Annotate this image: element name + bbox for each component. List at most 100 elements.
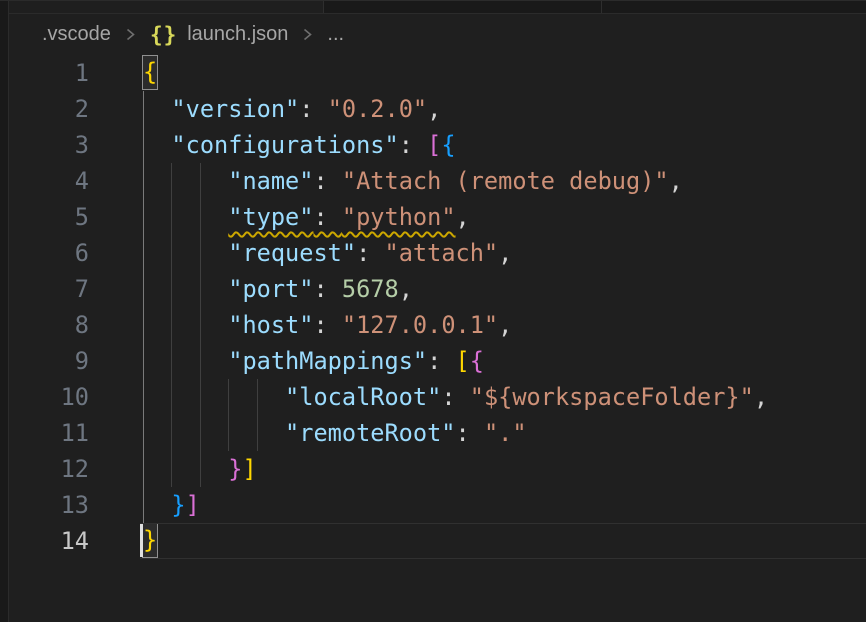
indent-guide	[257, 415, 258, 451]
code-token: "host"	[228, 311, 313, 339]
indent-guide	[171, 271, 172, 307]
matched-bracket: {	[143, 56, 157, 89]
code-line[interactable]: 3 "configurations": [{	[9, 127, 866, 163]
line-content: "request": "attach",	[143, 235, 866, 271]
line-number[interactable]: 11	[9, 415, 89, 451]
code-line[interactable]: 11 "remoteRoot": "."	[9, 415, 866, 451]
line-content: "localRoot": "${workspaceFolder}",	[143, 379, 866, 415]
line-number[interactable]: 3	[9, 127, 89, 163]
tab-bar	[9, 1, 866, 14]
code-line[interactable]: 9 "pathMappings": [{	[9, 343, 866, 379]
indent-guide	[171, 415, 172, 451]
code-line[interactable]: 14}	[9, 523, 866, 559]
indent-guide	[171, 235, 172, 271]
line-content: "version": "0.2.0",	[143, 91, 866, 127]
line-content: "port": 5678,	[143, 271, 866, 307]
indent-guide	[200, 415, 201, 451]
chevron-right-icon	[125, 26, 136, 43]
code-token: "Attach (remote debug)"	[342, 167, 669, 195]
line-number[interactable]: 6	[9, 235, 89, 271]
code-token: "version"	[171, 95, 299, 123]
indent-guide	[143, 91, 144, 127]
line-number[interactable]: 7	[9, 271, 89, 307]
line-content: "configurations": [{	[143, 127, 866, 163]
line-content: }]	[143, 487, 866, 523]
code-token: ,	[498, 311, 512, 339]
vscode-editor-window: .vscode {} launch.json ... 1{2 "version"…	[0, 0, 866, 622]
line-number[interactable]: 8	[9, 307, 89, 343]
indent-guide	[143, 271, 144, 307]
code-line[interactable]: 2 "version": "0.2.0",	[9, 91, 866, 127]
line-number[interactable]: 5	[9, 199, 89, 235]
indent-guide	[200, 343, 201, 379]
code-token: ,	[498, 239, 512, 267]
code-line[interactable]: 7 "port": 5678,	[9, 271, 866, 307]
line-content: "type": "python",	[143, 199, 866, 235]
code-token: 5678	[342, 275, 399, 303]
code-token: ,	[456, 203, 470, 231]
line-number[interactable]: 1	[9, 55, 89, 91]
breadcrumb-file[interactable]: launch.json	[187, 23, 288, 46]
code-line[interactable]: 13 }]	[9, 487, 866, 523]
line-content: "remoteRoot": "."	[143, 415, 866, 451]
code-token: :	[356, 239, 384, 267]
code-token: :	[299, 95, 327, 123]
code-token: "request"	[228, 239, 356, 267]
code-token: "type"	[228, 203, 313, 231]
line-number[interactable]: 9	[9, 343, 89, 379]
code-token: "localRoot"	[285, 383, 441, 411]
line-number[interactable]: 4	[9, 163, 89, 199]
breadcrumb-folder[interactable]: .vscode	[42, 23, 111, 46]
line-number[interactable]: 13	[9, 487, 89, 523]
line-number[interactable]: 12	[9, 451, 89, 487]
indent-guide	[200, 271, 201, 307]
indent-guide	[143, 451, 144, 487]
code-token: "."	[484, 419, 527, 447]
code-token: "configurations"	[171, 131, 398, 159]
code-token: ]	[242, 455, 256, 483]
line-number[interactable]: 2	[9, 91, 89, 127]
code-token: ,	[427, 95, 441, 123]
code-line[interactable]: 10 "localRoot": "${workspaceFolder}",	[9, 379, 866, 415]
code-line[interactable]: 8 "host": "127.0.0.1",	[9, 307, 866, 343]
code-token: :	[313, 311, 341, 339]
code-line[interactable]: 12 }]	[9, 451, 866, 487]
matched-bracket: }	[143, 524, 157, 557]
indent-guide	[200, 199, 201, 235]
code-line[interactable]: 5 "type": "python",	[9, 199, 866, 235]
sidebar-edge	[0, 1, 9, 622]
code-token: {	[441, 131, 455, 159]
code-area[interactable]: 1{2 "version": "0.2.0",3 "configurations…	[9, 55, 866, 622]
code-token: :	[427, 347, 455, 375]
code-token: "name"	[228, 167, 313, 195]
warning-squiggle: "type": "python"	[228, 203, 455, 231]
chevron-right-icon	[302, 26, 313, 43]
json-file-icon: {}	[150, 23, 177, 47]
breadcrumb-symbol[interactable]: ...	[327, 23, 344, 46]
indent-guide	[143, 235, 144, 271]
indent-guide	[228, 379, 229, 415]
indent-guide	[228, 415, 229, 451]
tab-separator	[601, 1, 602, 13]
breadcrumb: .vscode {} launch.json ...	[9, 14, 866, 55]
code-token: :	[399, 131, 427, 159]
code-line[interactable]: 1{	[9, 55, 866, 91]
indent-guide	[171, 199, 172, 235]
tab-separator	[323, 1, 324, 13]
indent-guide	[143, 127, 144, 163]
code-line[interactable]: 6 "request": "attach",	[9, 235, 866, 271]
line-number[interactable]: 14	[9, 523, 89, 559]
code-token: [	[456, 347, 470, 375]
line-content: }]	[143, 451, 866, 487]
code-token: :	[441, 383, 469, 411]
code-token: "python"	[342, 203, 456, 231]
line-content: "name": "Attach (remote debug)",	[143, 163, 866, 199]
line-number[interactable]: 10	[9, 379, 89, 415]
indent-guide	[171, 163, 172, 199]
code-line[interactable]: 4 "name": "Attach (remote debug)",	[9, 163, 866, 199]
code-token: "port"	[228, 275, 313, 303]
indent-guide	[200, 235, 201, 271]
code-token: "pathMappings"	[228, 347, 427, 375]
code-token: ,	[399, 275, 413, 303]
indent-guide	[200, 451, 201, 487]
